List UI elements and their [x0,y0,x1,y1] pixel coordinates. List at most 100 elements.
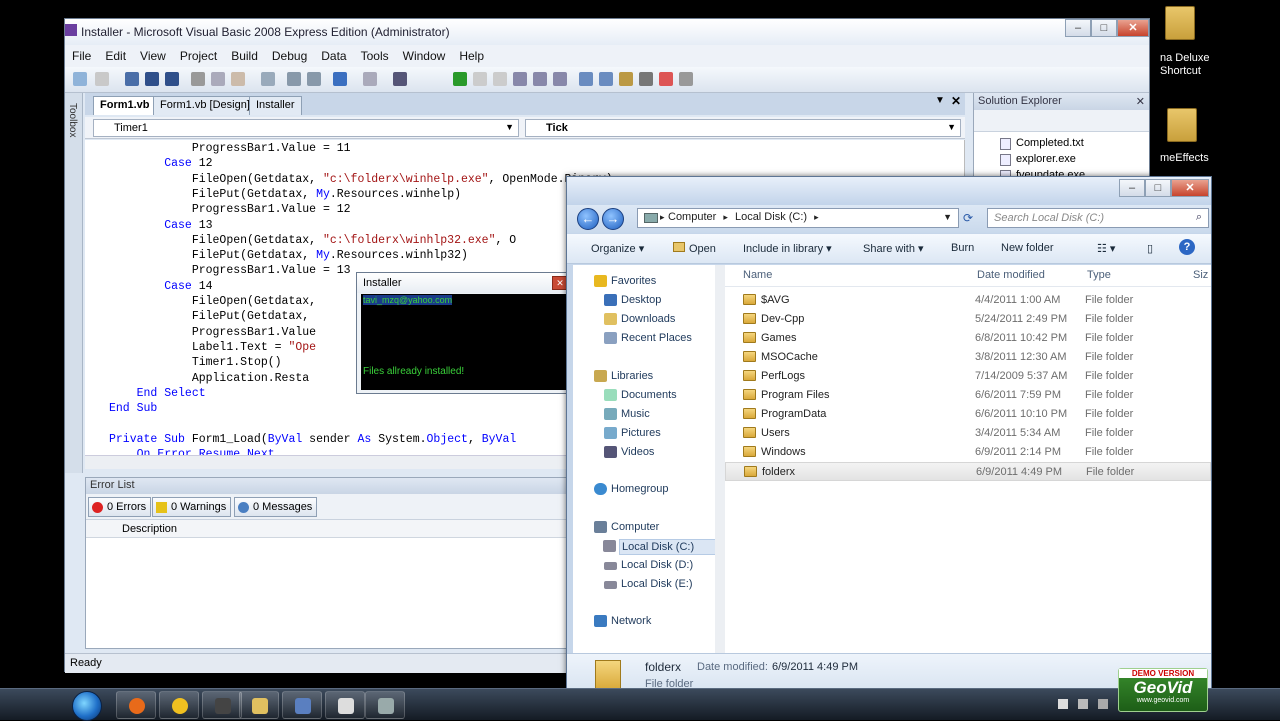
options-icon[interactable] [679,72,693,86]
menu-debug[interactable]: Debug [265,45,314,63]
desktop-shortcut-icon-2[interactable] [1162,108,1202,144]
file-row[interactable]: folderx 6/9/2011 4:49 PM File folder [725,462,1211,481]
breadcrumb-computer[interactable]: Computer [668,211,716,223]
open-button[interactable]: Open [673,242,716,255]
pause-icon[interactable] [473,72,487,86]
navigate-icon[interactable] [393,72,407,86]
desktop-shortcut-icon[interactable] [1160,6,1200,42]
uncomment-icon[interactable] [307,72,321,86]
flag-icon[interactable] [1058,699,1068,709]
menu-tools[interactable]: Tools [354,45,396,63]
file-row[interactable]: ProgramData 6/6/2011 10:10 PM File folder [725,405,1211,424]
step-over-icon[interactable] [533,72,547,86]
burn-button[interactable]: Burn [951,242,974,254]
desktop-icon-label-2[interactable]: meEffects [1160,152,1210,165]
object-browser-icon[interactable] [619,72,633,86]
minimize-button[interactable]: – [1065,19,1091,37]
close-button[interactable]: ✕ [1171,179,1209,197]
nav-computer[interactable]: Computer [594,521,659,533]
change-view-icon[interactable]: ☷ ▾ [1097,242,1115,255]
start-page-icon[interactable] [659,72,673,86]
menu-edit[interactable]: Edit [98,45,133,63]
back-button[interactable]: ← [577,208,599,230]
nav-homegroup[interactable]: Homegroup [594,483,668,495]
file-row[interactable]: Windows 6/9/2011 2:14 PM File folder [725,443,1211,462]
menu-help[interactable]: Help [452,45,491,63]
file-row[interactable]: PerfLogs 7/14/2009 5:37 AM File folder [725,367,1211,386]
minimize-button[interactable]: – [1119,179,1145,197]
messages-filter-button[interactable]: 0 Messages [234,497,318,517]
menu-build[interactable]: Build [224,45,265,63]
comment-icon[interactable] [287,72,301,86]
taskbar-installer[interactable] [365,691,405,719]
chevron-down-icon[interactable]: ▼ [943,212,952,222]
tab-dropdown-icon[interactable]: ▼ [935,95,945,106]
column-date-modified[interactable]: Date modified [977,269,1045,281]
column-name[interactable]: Name [743,269,772,281]
column-size[interactable]: Siz [1193,269,1208,281]
file-row[interactable]: Users 3/4/2011 5:34 AM File folder [725,424,1211,443]
nav-desktop[interactable]: Desktop [604,294,661,306]
nav-documents[interactable]: Documents [604,389,677,401]
redo-icon[interactable] [363,72,377,86]
close-icon[interactable]: ✕ [1136,95,1145,108]
maximize-button[interactable]: □ [1091,19,1117,37]
column-type[interactable]: Type [1087,269,1111,281]
taskbar-notepad[interactable] [325,691,365,719]
maximize-button[interactable]: □ [1145,179,1171,197]
solution-explorer-icon[interactable] [579,72,593,86]
desktop-icon-label-1[interactable]: na Deluxe Shortcut [1160,52,1210,78]
taskbar-messenger[interactable] [159,691,199,719]
nav-local-disk-e[interactable]: Local Disk (E:) [604,578,693,590]
nav-scrollbar[interactable] [715,265,725,653]
installer-titlebar[interactable]: Installer ✕ [357,273,571,293]
start-button[interactable] [72,691,102,721]
step-into-icon[interactable] [513,72,527,86]
explorer-titlebar[interactable]: – □ ✕ [567,177,1211,205]
nav-music[interactable]: Music [604,408,650,420]
sol-item[interactable]: explorer.exe [1000,153,1076,166]
save-all-icon[interactable] [165,72,179,86]
nav-local-disk-d[interactable]: Local Disk (D:) [604,559,693,571]
network-tray-icon[interactable] [1078,699,1088,709]
organize-button[interactable]: Organize ▾ [591,242,644,255]
nav-libraries[interactable]: Libraries [594,370,653,382]
paste-icon[interactable] [231,72,245,86]
menu-window[interactable]: Window [396,45,453,63]
tab-form1-vb[interactable]: Form1.vb [93,96,157,115]
find-icon[interactable] [261,72,275,86]
nav-videos[interactable]: Videos [604,446,654,458]
stop-icon[interactable] [493,72,507,86]
taskbar-explorer[interactable] [239,691,279,719]
tab-form1-design[interactable]: Form1.vb [Design] [153,96,257,115]
close-tab-icon[interactable]: ✕ [951,94,961,108]
refresh-icon[interactable]: ⟳ [963,211,973,225]
file-row[interactable]: $AVG 4/4/2011 1:00 AM File folder [725,291,1211,310]
toolbox-strip[interactable]: Toolbox [65,93,83,473]
menu-data[interactable]: Data [314,45,353,63]
nav-network[interactable]: Network [594,615,651,627]
taskbar-firefox[interactable] [116,691,156,719]
start-debugging-icon[interactable] [453,72,467,86]
include-in-library-button[interactable]: Include in library ▾ [743,242,832,255]
preview-pane-icon[interactable]: ▯ [1147,242,1153,255]
description-column[interactable]: Description [122,523,177,535]
undo-icon[interactable] [333,72,347,86]
new-project-icon[interactable] [73,72,87,86]
step-out-icon[interactable] [553,72,567,86]
share-with-button[interactable]: Share with ▾ [863,242,924,255]
file-row[interactable]: Games 6/8/2011 10:42 PM File folder [725,329,1211,348]
warnings-filter-button[interactable]: 0 Warnings [152,497,232,517]
file-row[interactable]: Dev-Cpp 5/24/2011 2:49 PM File folder [725,310,1211,329]
method-name-combo[interactable]: Tick ▼ [525,119,961,137]
menu-project[interactable]: Project [173,45,224,63]
file-row[interactable]: MSOCache 3/8/2011 12:30 AM File folder [725,348,1211,367]
nav-recent-places[interactable]: Recent Places [604,332,692,344]
new-folder-button[interactable]: New folder [1001,242,1054,254]
add-item-icon[interactable] [95,72,109,86]
save-icon[interactable] [145,72,159,86]
menu-view[interactable]: View [133,45,173,63]
nav-favorites[interactable]: Favorites [594,275,656,287]
breadcrumb-local-disk[interactable]: Local Disk (C:) [735,211,807,223]
nav-downloads[interactable]: Downloads [604,313,675,325]
